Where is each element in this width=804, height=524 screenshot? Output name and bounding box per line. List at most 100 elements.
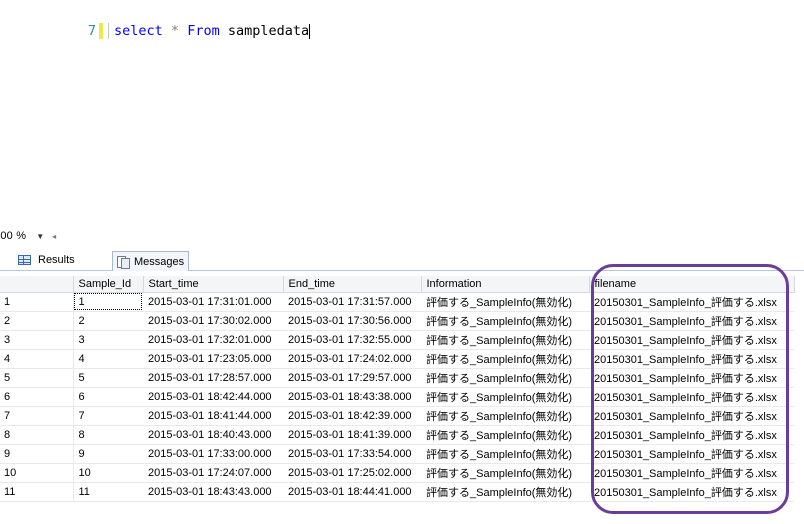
grid-cell[interactable]: 評価する_SampleInfo(無効化)	[421, 406, 589, 426]
column-header[interactable]: filename	[589, 276, 795, 293]
row-number[interactable]: 5	[0, 368, 74, 388]
grid-cell[interactable]: 20150301_SampleInfo_評価する.xlsx	[589, 463, 794, 483]
query-editor[interactable]: 7 select * From sampledata	[0, 0, 804, 226]
grid-cell[interactable]: 20150301_SampleInfo_評価する.xlsx	[589, 368, 794, 388]
grid-cell[interactable]: 7	[73, 406, 143, 426]
grid-cell[interactable]: 10	[73, 463, 143, 483]
grid-cell[interactable]: 評価する_SampleInfo(無効化)	[421, 482, 589, 502]
row-number[interactable]: 10	[0, 463, 74, 483]
grid-cell[interactable]: 2015-03-01 17:33:00.000	[143, 444, 283, 464]
grid-cell[interactable]: 5	[73, 368, 143, 388]
grid-cell[interactable]: 2015-03-01 18:40:43.000	[143, 425, 283, 445]
grid-cell[interactable]: 2015-03-01 17:29:57.000	[283, 368, 421, 388]
grid-cell[interactable]: 評価する_SampleInfo(無効化)	[421, 444, 589, 464]
grid-cell[interactable]: 6	[73, 387, 143, 407]
grid-cell[interactable]: 9	[73, 444, 143, 464]
grid-cell[interactable]: 2015-03-01 17:25:02.000	[283, 463, 421, 483]
grid-cell[interactable]: 2	[73, 311, 143, 331]
grid-header-row: Sample_Id Start_time End_time Informatio…	[0, 276, 795, 293]
grid-cell[interactable]: 11	[73, 482, 143, 502]
grid-cell[interactable]: 評価する_SampleInfo(無効化)	[421, 463, 589, 483]
code-line[interactable]: 7 select * From sampledata	[86, 22, 311, 40]
grid-cell[interactable]: 1	[73, 292, 143, 312]
grid-cell[interactable]: 2015-03-01 18:41:39.000	[283, 425, 421, 445]
keyword-select: select	[114, 23, 163, 39]
grid-cell[interactable]: 評価する_SampleInfo(無効化)	[421, 292, 589, 312]
grid-cell[interactable]: 2015-03-01 17:32:55.000	[283, 330, 421, 350]
grid-cell[interactable]: 4	[73, 349, 143, 369]
row-number[interactable]: 2	[0, 311, 74, 331]
grid-cell[interactable]: 20150301_SampleInfo_評価する.xlsx	[589, 387, 794, 407]
change-indicator	[99, 23, 103, 39]
grid-cell[interactable]: 2015-03-01 18:43:43.000	[143, 482, 283, 502]
table-row[interactable]: 3 3 2015-03-01 17:32:01.000 2015-03-01 17:3…	[0, 330, 794, 350]
row-header-corner[interactable]	[0, 276, 74, 293]
table-row[interactable]: 10 10 2015-03-01 17:24:07.000 2015-03-01 17…	[0, 463, 794, 483]
table-row[interactable]: 5 5 2015-03-01 17:28:57.000 2015-03-01 17:2…	[0, 368, 794, 388]
row-number[interactable]: 8	[0, 425, 74, 445]
grid-cell[interactable]: 評価する_SampleInfo(無効化)	[421, 330, 589, 350]
grid-cell[interactable]: 2015-03-01 17:31:01.000	[143, 292, 283, 312]
row-number[interactable]: 7	[0, 406, 74, 426]
column-header[interactable]: End_time	[283, 276, 422, 293]
scroll-left-icon[interactable]: ◂	[52, 232, 56, 241]
table-row[interactable]: 2 2 2015-03-01 17:30:02.000 2015-03-01 17:3…	[0, 311, 794, 331]
grid-cell[interactable]: 評価する_SampleInfo(無効化)	[421, 311, 589, 331]
tab-messages[interactable]: Messages	[112, 251, 190, 271]
grid-cell[interactable]: 20150301_SampleInfo_評価する.xlsx	[589, 444, 794, 464]
grid-body: 1 1 2015-03-01 17:31:01.000 2015-03-01 17:3…	[0, 292, 794, 502]
zoom-level[interactable]: 100 %	[0, 230, 26, 242]
grid-cell[interactable]: 2015-03-01 18:42:44.000	[143, 387, 283, 407]
row-number[interactable]: 6	[0, 387, 74, 407]
grid-cell[interactable]: 2015-03-01 18:43:38.000	[283, 387, 421, 407]
grid-cell[interactable]: 20150301_SampleInfo_評価する.xlsx	[589, 425, 794, 445]
row-number[interactable]: 9	[0, 444, 74, 464]
column-header[interactable]: Start_time	[143, 276, 284, 293]
grid-cell[interactable]: 20150301_SampleInfo_評価する.xlsx	[589, 482, 794, 502]
grid-cell[interactable]: 3	[73, 330, 143, 350]
table-row[interactable]: 6 6 2015-03-01 18:42:44.000 2015-03-01 18:4…	[0, 387, 794, 407]
grid-cell[interactable]: 20150301_SampleInfo_評価する.xlsx	[589, 406, 794, 426]
grid-cell[interactable]: 2015-03-01 18:41:44.000	[143, 406, 283, 426]
grid-cell[interactable]: 20150301_SampleInfo_評価する.xlsx	[589, 292, 794, 312]
table-row[interactable]: 11 11 2015-03-01 18:43:43.000 2015-03-01 18…	[0, 482, 794, 502]
grid-cell[interactable]: 2015-03-01 18:44:41.000	[283, 482, 421, 502]
table-row[interactable]: 9 9 2015-03-01 17:33:00.000 2015-03-01 17:3…	[0, 444, 794, 464]
grid-cell[interactable]: 20150301_SampleInfo_評価する.xlsx	[589, 330, 794, 350]
grid-cell[interactable]: 2015-03-01 17:30:02.000	[143, 311, 283, 331]
keyword-from: From	[187, 23, 220, 39]
row-number[interactable]: 3	[0, 330, 74, 350]
table-row[interactable]: 7 7 2015-03-01 18:41:44.000 2015-03-01 18:4…	[0, 406, 794, 426]
grid-cell[interactable]: 20150301_SampleInfo_評価する.xlsx	[589, 349, 794, 369]
grid-cell[interactable]: 2015-03-01 17:23:05.000	[143, 349, 283, 369]
results-pane: Results Messages Sample_Id Start_time En…	[0, 246, 804, 524]
grid-cell[interactable]: 2015-03-01 17:30:56.000	[283, 311, 421, 331]
table-row[interactable]: 4 4 2015-03-01 17:23:05.000 2015-03-01 17:2…	[0, 349, 794, 369]
row-number[interactable]: 11	[0, 482, 74, 502]
grid-cell[interactable]: 2015-03-01 18:42:39.000	[283, 406, 421, 426]
grid-cell[interactable]: 評価する_SampleInfo(無効化)	[421, 349, 589, 369]
grid-cell[interactable]: 2015-03-01 17:28:57.000	[143, 368, 283, 388]
chevron-down-icon[interactable]: ▼	[36, 232, 44, 241]
grid-cell[interactable]: 20150301_SampleInfo_評価する.xlsx	[589, 311, 794, 331]
row-number[interactable]: 1	[0, 292, 74, 312]
grid-cell[interactable]: 2015-03-01 17:31:57.000	[283, 292, 421, 312]
tab-results[interactable]: Results	[18, 250, 75, 270]
grid-cell[interactable]: 評価する_SampleInfo(無効化)	[421, 387, 589, 407]
grid-cell[interactable]: 2015-03-01 17:32:01.000	[143, 330, 283, 350]
grid-cell[interactable]: 評価する_SampleInfo(無効化)	[421, 425, 589, 445]
grid-cell[interactable]: 2015-03-01 17:33:54.000	[283, 444, 421, 464]
grid-cell[interactable]: 評価する_SampleInfo(無効化)	[421, 368, 589, 388]
results-grid: Sample_Id Start_time End_time Informatio…	[0, 276, 795, 502]
table-row[interactable]: 1 1 2015-03-01 17:31:01.000 2015-03-01 17:3…	[0, 292, 794, 312]
grid-cell[interactable]: 8	[73, 425, 143, 445]
column-header[interactable]: Information	[421, 276, 590, 293]
table-row[interactable]: 8 8 2015-03-01 18:40:43.000 2015-03-01 18:4…	[0, 425, 794, 445]
result-tabs: Results Messages	[0, 250, 804, 271]
column-header[interactable]: Sample_Id	[73, 276, 144, 293]
editor-margin	[108, 23, 109, 39]
grid-cell[interactable]: 2015-03-01 17:24:02.000	[283, 349, 421, 369]
grid-cell[interactable]: 2015-03-01 17:24:07.000	[143, 463, 283, 483]
row-number[interactable]: 4	[0, 349, 74, 369]
line-number: 7	[87, 23, 96, 39]
